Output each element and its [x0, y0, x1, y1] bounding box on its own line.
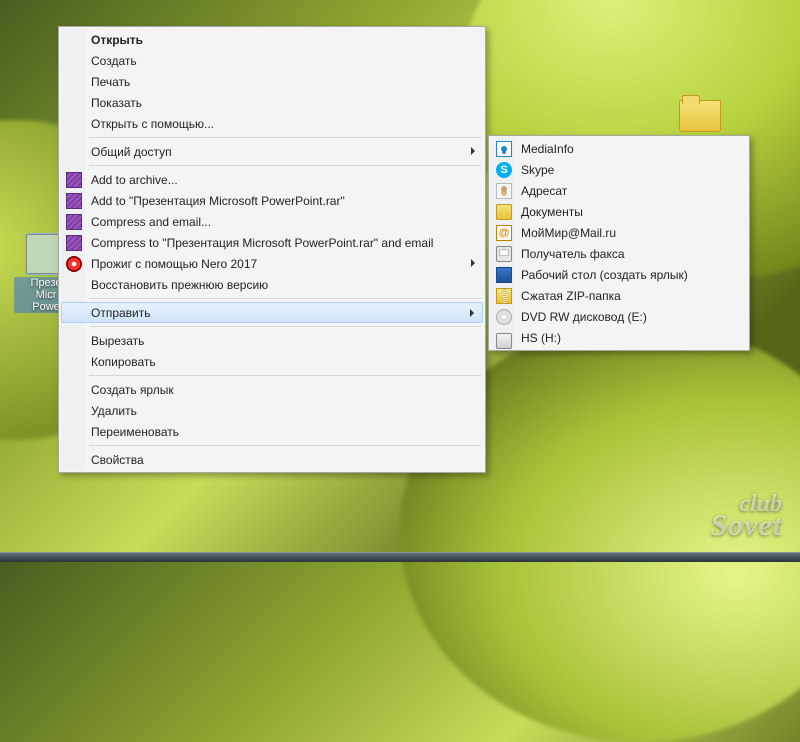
menu-label: Прожиг с помощью Nero 2017: [91, 257, 257, 271]
menu-label: Сжатая ZIP-папка: [521, 289, 621, 303]
menu-add-to-named-rar[interactable]: Add to "Презентация Microsoft PowerPoint…: [61, 190, 483, 211]
fax-icon: [496, 246, 512, 262]
menu-open[interactable]: Открыть: [61, 29, 483, 50]
contacts-icon: [496, 183, 512, 199]
winrar-icon: [66, 214, 82, 230]
menu-send-to[interactable]: Отправить: [61, 302, 483, 323]
menu-label: Открыть: [91, 33, 143, 47]
menu-separator: [89, 137, 481, 138]
menu-create-shortcut[interactable]: Создать ярлык: [61, 379, 483, 400]
folder-icon: [679, 100, 721, 132]
sendto-mediainfo[interactable]: MediaInfo: [491, 138, 747, 159]
menu-label: Рабочий стол (создать ярлык): [521, 268, 688, 282]
watermark-line2: Sovet: [710, 514, 782, 538]
sendto-dvd[interactable]: DVD RW дисковод (E:): [491, 306, 747, 327]
menu-label: Открыть с помощью...: [91, 117, 214, 131]
sendto-documents[interactable]: Документы: [491, 201, 747, 222]
taskbar[interactable]: [0, 552, 800, 562]
menu-label: Общий доступ: [91, 145, 172, 159]
menu-label: Свойства: [91, 453, 144, 467]
winrar-icon: [66, 172, 82, 188]
watermark: club Sovet: [710, 494, 782, 538]
menu-separator: [89, 298, 481, 299]
chevron-right-icon: [471, 259, 475, 267]
sendto-hs-drive[interactable]: HS (H:): [491, 327, 747, 348]
menu-nero-burn[interactable]: Прожиг с помощью Nero 2017: [61, 253, 483, 274]
menu-separator: [89, 326, 481, 327]
menu-label: Показать: [91, 96, 142, 110]
menu-label: Создать: [91, 54, 137, 68]
mail-icon: [496, 225, 512, 241]
menu-rename[interactable]: Переименовать: [61, 421, 483, 442]
desktop-icon-label: t: [0, 37, 10, 49]
documents-icon: [496, 204, 512, 220]
sendto-skype[interactable]: Skype: [491, 159, 747, 180]
menu-restore-previous[interactable]: Восстановить прежнюю версию: [61, 274, 483, 295]
menu-label: Получатель факса: [521, 247, 625, 261]
menu-add-to-archive[interactable]: Add to archive...: [61, 169, 483, 190]
sendto-submenu: MediaInfo Skype Адресат Документы МойМир…: [488, 135, 750, 351]
mediainfo-icon: [496, 141, 512, 157]
menu-show[interactable]: Показать: [61, 92, 483, 113]
drive-icon: [496, 333, 512, 349]
menu-create[interactable]: Создать: [61, 50, 483, 71]
sendto-desktop-shortcut[interactable]: Рабочий стол (создать ярлык): [491, 264, 747, 285]
sendto-fax[interactable]: Получатель факса: [491, 243, 747, 264]
sendto-addressee[interactable]: Адресат: [491, 180, 747, 201]
winrar-icon: [66, 235, 82, 251]
menu-print[interactable]: Печать: [61, 71, 483, 92]
desktop-icon-partial[interactable]: t: [0, 0, 10, 49]
chevron-right-icon: [471, 147, 475, 155]
menu-label: Add to archive...: [91, 173, 178, 187]
menu-label: MediaInfo: [521, 142, 574, 156]
menu-label: Вырезать: [91, 334, 144, 348]
menu-label: Add to "Презентация Microsoft PowerPoint…: [91, 194, 345, 208]
context-menu: Открыть Создать Печать Показать Открыть …: [58, 26, 486, 473]
menu-separator: [89, 165, 481, 166]
menu-separator: [89, 445, 481, 446]
menu-label: Адресат: [521, 184, 567, 198]
menu-copy[interactable]: Копировать: [61, 351, 483, 372]
skype-icon: [496, 162, 512, 178]
menu-label: HS (H:): [521, 331, 561, 345]
chevron-right-icon: [470, 309, 474, 317]
menu-label: Документы: [521, 205, 583, 219]
menu-compress-named-email[interactable]: Compress to "Презентация Microsoft Power…: [61, 232, 483, 253]
menu-label: Переименовать: [91, 425, 179, 439]
menu-label: Skype: [521, 163, 554, 177]
menu-delete[interactable]: Удалить: [61, 400, 483, 421]
sendto-moimir[interactable]: МойМир@Mail.ru: [491, 222, 747, 243]
menu-sharing[interactable]: Общий доступ: [61, 141, 483, 162]
menu-open-with[interactable]: Открыть с помощью...: [61, 113, 483, 134]
menu-label: Compress to "Презентация Microsoft Power…: [91, 236, 433, 250]
desktop-icon: [496, 267, 512, 283]
menu-label: Создать ярлык: [91, 383, 174, 397]
menu-label: DVD RW дисковод (E:): [521, 310, 647, 324]
menu-label: Печать: [91, 75, 130, 89]
sendto-zip[interactable]: Сжатая ZIP-папка: [491, 285, 747, 306]
menu-label: Копировать: [91, 355, 156, 369]
nero-icon: [66, 256, 82, 272]
menu-label: Отправить: [91, 306, 151, 320]
zip-folder-icon: [496, 288, 512, 304]
menu-label: Удалить: [91, 404, 137, 418]
menu-label: Compress and email...: [91, 215, 211, 229]
menu-label: Восстановить прежнюю версию: [91, 278, 268, 292]
winrar-icon: [66, 193, 82, 209]
menu-separator: [89, 375, 481, 376]
menu-label: МойМир@Mail.ru: [521, 226, 616, 240]
menu-compress-email[interactable]: Compress and email...: [61, 211, 483, 232]
menu-cut[interactable]: Вырезать: [61, 330, 483, 351]
menu-properties[interactable]: Свойства: [61, 449, 483, 470]
dvd-drive-icon: [496, 309, 512, 325]
desktop-folder[interactable]: [672, 96, 728, 136]
